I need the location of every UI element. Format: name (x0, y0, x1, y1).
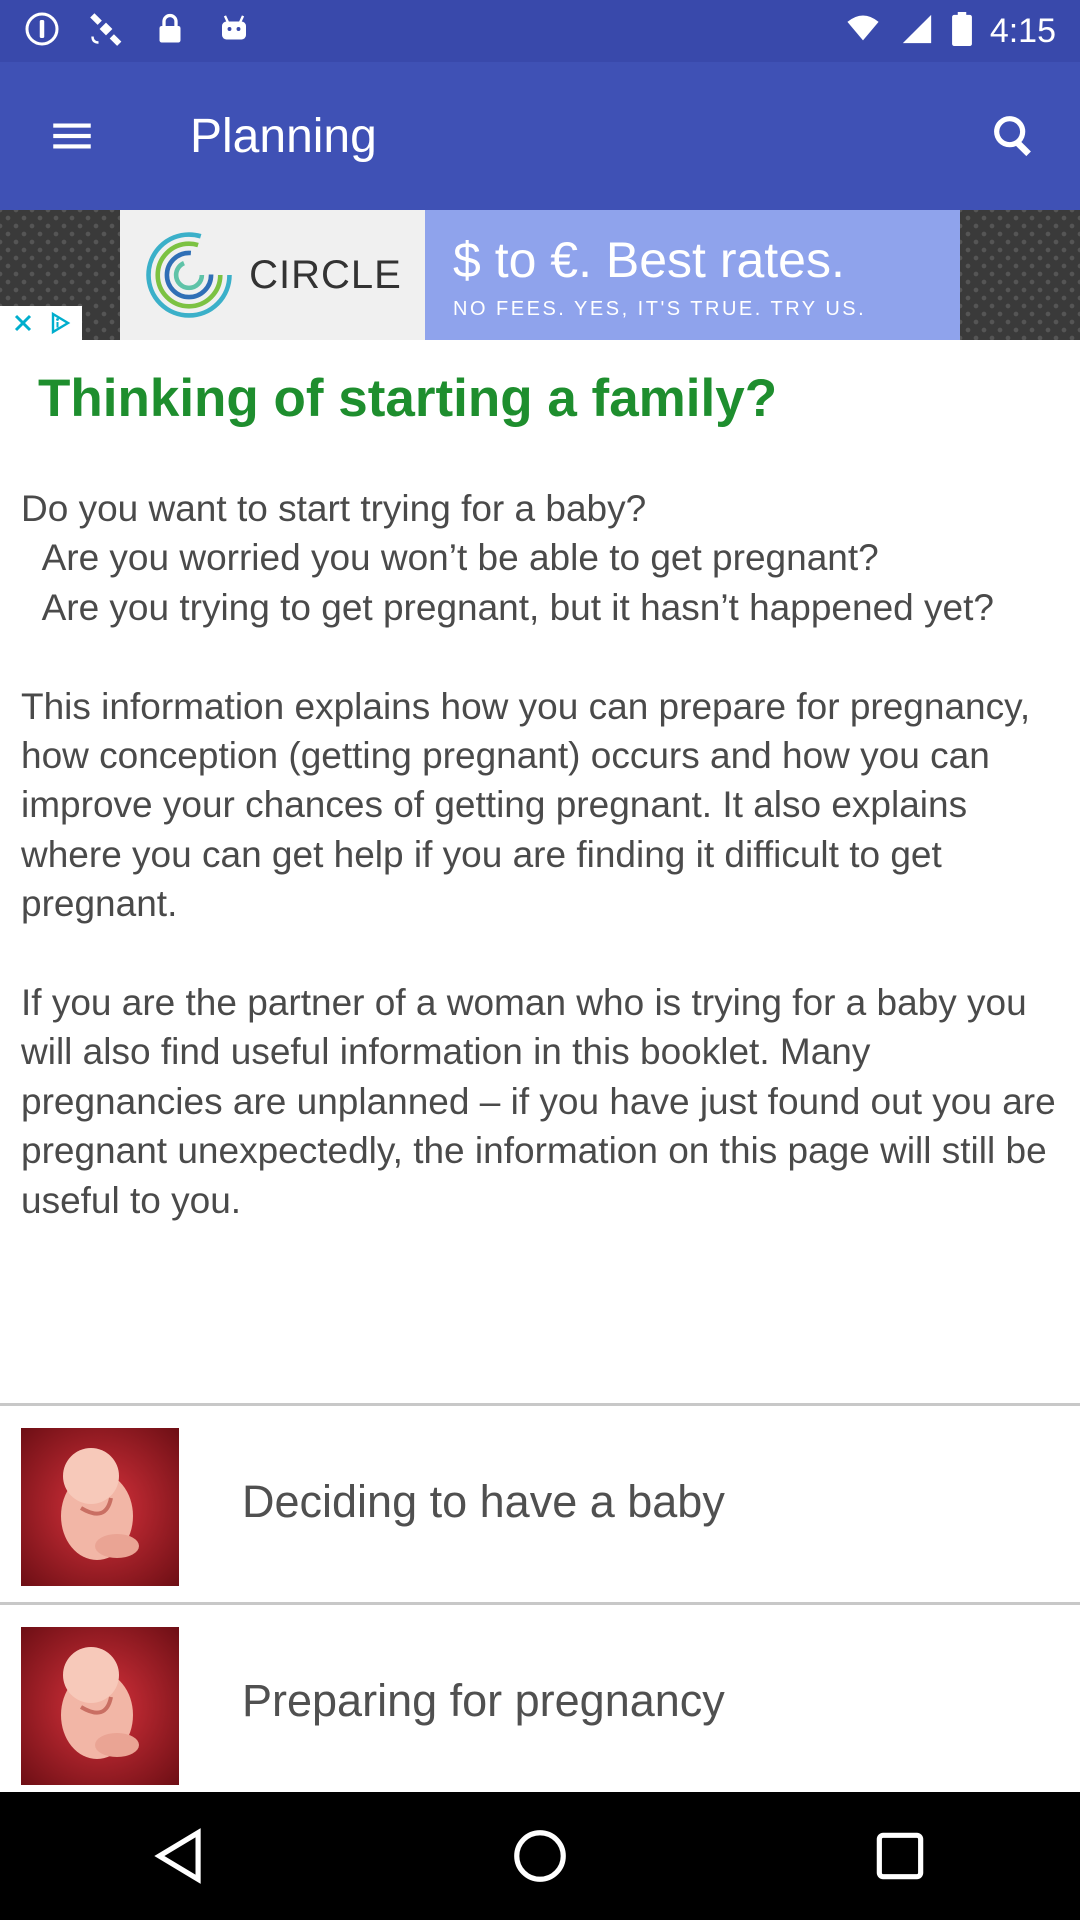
home-circle-icon (514, 1830, 566, 1882)
article-paragraph: This information explains how you can pr… (21, 685, 1041, 925)
fetus-image (21, 1428, 179, 1586)
article-content: Thinking of starting a family? Do you wa… (0, 340, 1080, 1792)
search-icon (994, 116, 1031, 157)
battery-icon (951, 11, 972, 51)
hamburger-menu-icon (53, 123, 91, 149)
fetus-image (21, 1627, 179, 1785)
topic-label: Deciding to have a baby (242, 1476, 725, 1527)
topic-thumbnail (21, 1627, 179, 1785)
lock-icon (152, 11, 188, 52)
adchoices-button[interactable] (48, 311, 72, 335)
back-button[interactable] (80, 1792, 280, 1920)
ad-creative[interactable]: CIRCLE $ to €. Best rates. NO FEES. YES,… (120, 210, 960, 340)
satellite-fake-gps-icon (88, 11, 124, 52)
circle-logo-icon (146, 232, 232, 318)
app-bar: Planning (0, 62, 1080, 210)
ad-brand: CIRCLE (249, 252, 402, 297)
back-triangle-icon (154, 1828, 201, 1884)
topic-thumbnail (21, 1428, 179, 1586)
article-paragraph: If you are the partner of a woman who is… (21, 982, 1066, 1221)
clock: 4:15 (989, 11, 1056, 50)
adchoices-icon (51, 311, 70, 335)
close-icon (14, 314, 31, 332)
ad-controls (0, 306, 82, 340)
ad-text-area: $ to €. Best rates. NO FEES. YES, IT'S T… (425, 210, 960, 340)
recents-button[interactable] (800, 1792, 1000, 1920)
status-bar: 4:15 (0, 0, 1080, 62)
topic-item-preparing[interactable]: Preparing for pregnancy (0, 1605, 1080, 1792)
system-nav-bar (0, 1792, 1080, 1920)
ad-subline: NO FEES. YES, IT'S TRUE. TRY US. (453, 297, 867, 320)
article-heading: Thinking of starting a family? (38, 369, 778, 428)
signal-icon (900, 12, 934, 51)
topic-item-deciding[interactable]: Deciding to have a baby (0, 1406, 1080, 1602)
search-button[interactable] (948, 62, 1080, 210)
system-status-icons: 4:15 (844, 11, 1056, 51)
topic-label: Preparing for pregnancy (242, 1675, 725, 1726)
ad-logo-area: CIRCLE (120, 210, 425, 340)
recents-square-icon (876, 1832, 924, 1880)
ad-close-button[interactable] (11, 311, 35, 335)
article-body: Do you want to start trying for a baby? … (21, 484, 1065, 1225)
android-icon (216, 11, 252, 52)
ad-headline: $ to €. Best rates. (453, 231, 845, 288)
menu-button[interactable] (0, 62, 144, 210)
wifi-icon (844, 12, 882, 51)
alert-circle-icon (24, 11, 60, 52)
home-button[interactable] (440, 1792, 640, 1920)
ad-banner: CIRCLE $ to €. Best rates. NO FEES. YES,… (0, 210, 1080, 340)
page-title: Planning (190, 109, 377, 163)
article-paragraph: Do you want to start trying for a baby? … (21, 488, 994, 628)
notification-icons (24, 11, 252, 52)
